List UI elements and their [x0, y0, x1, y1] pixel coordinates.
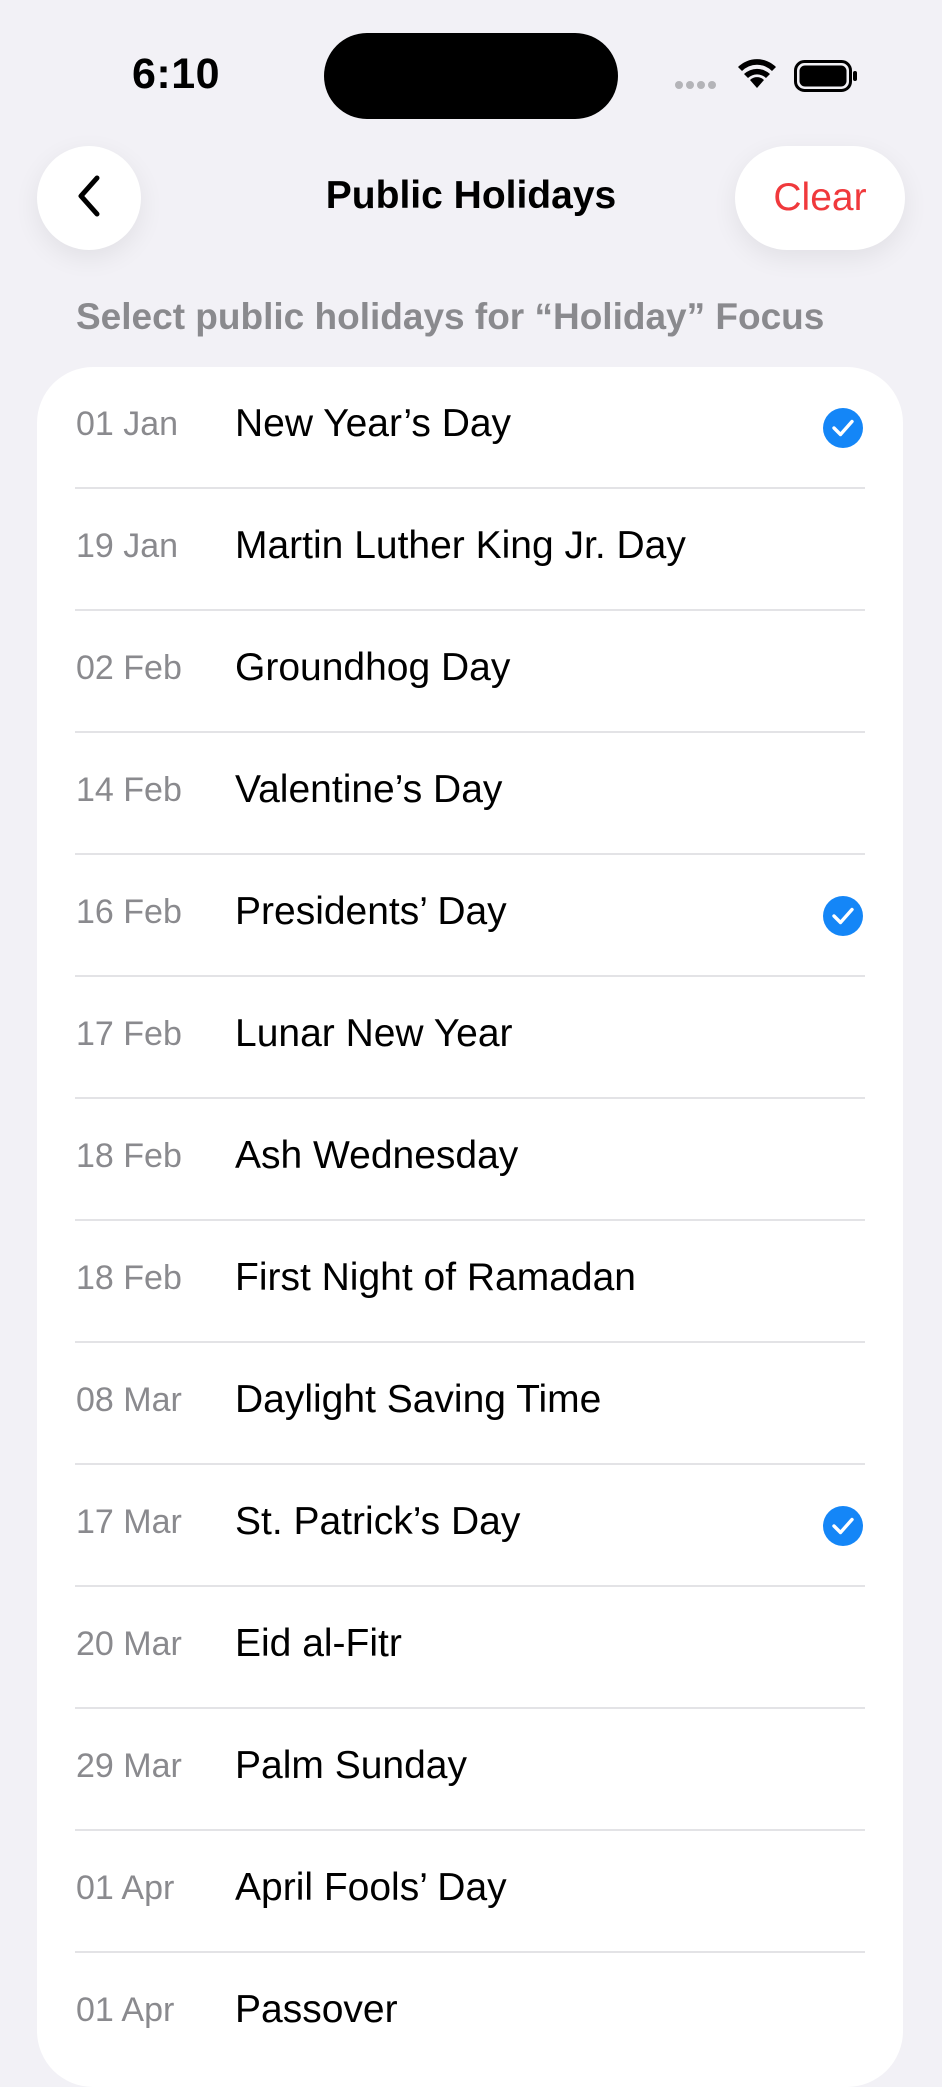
holiday-date: 18 Feb: [76, 1259, 182, 1297]
holiday-row[interactable]: 17 Feb Lunar New Year: [37, 977, 903, 1099]
holiday-date: 29 Mar: [76, 1747, 182, 1785]
holiday-date: 01 Jan: [76, 405, 179, 443]
holiday-date: 14 Feb: [76, 771, 182, 809]
dynamic-island: [324, 33, 618, 119]
clear-button[interactable]: Clear: [735, 146, 905, 250]
holiday-name: St. Patrick’s Day: [235, 1500, 521, 1543]
holiday-name: April Fools’ Day: [235, 1866, 507, 1909]
holiday-row[interactable]: 14 Feb Valentine’s Day: [37, 733, 903, 855]
holiday-name: Passover: [235, 1988, 398, 2031]
holiday-name: Eid al-Fitr: [235, 1622, 402, 1665]
holiday-row[interactable]: 01 Apr Passover: [37, 1953, 903, 2075]
holiday-name: First Night of Ramadan: [235, 1256, 636, 1299]
holiday-name: Daylight Saving Time: [235, 1378, 602, 1421]
cellular-signal-icon: [675, 81, 719, 99]
holiday-row[interactable]: 08 Mar Daylight Saving Time: [37, 1343, 903, 1465]
checkmark-icon: [823, 896, 863, 936]
holiday-row[interactable]: 19 Jan Martin Luther King Jr. Day: [37, 489, 903, 611]
holiday-row[interactable]: 01 Jan New Year’s Day: [37, 367, 903, 489]
holiday-name: Palm Sunday: [235, 1744, 467, 1787]
holiday-list: 01 Jan New Year’s Day 19 Jan Martin Luther …: [37, 367, 903, 2087]
holiday-date: 01 Apr: [76, 1869, 175, 1907]
holiday-name: Lunar New Year: [235, 1012, 513, 1055]
holiday-date: 19 Jan: [76, 527, 179, 565]
holiday-name: Groundhog Day: [235, 646, 511, 689]
battery-icon: [794, 60, 858, 97]
holiday-date: 16 Feb: [76, 893, 182, 931]
holiday-date: 17 Feb: [76, 1015, 182, 1053]
holiday-row[interactable]: 02 Feb Groundhog Day: [37, 611, 903, 733]
wifi-icon: [736, 58, 778, 95]
holiday-name: Presidents’ Day: [235, 890, 507, 933]
holiday-row[interactable]: 17 Mar St. Patrick’s Day: [37, 1465, 903, 1587]
holiday-row[interactable]: 29 Mar Palm Sunday: [37, 1709, 903, 1831]
status-time: 6:10: [132, 50, 221, 98]
holiday-date: 18 Feb: [76, 1137, 182, 1175]
page-title: Public Holidays: [325, 174, 617, 217]
holiday-date: 17 Mar: [76, 1503, 182, 1541]
holiday-date: 08 Mar: [76, 1381, 182, 1419]
back-button[interactable]: [37, 146, 141, 250]
navigation-bar: Public Holidays Clear: [0, 140, 942, 260]
holiday-date: 02 Feb: [76, 649, 182, 687]
holiday-name: New Year’s Day: [235, 402, 512, 445]
status-bar: 6:10: [0, 0, 942, 140]
chevron-left-icon: [72, 172, 106, 225]
holiday-name: Martin Luther King Jr. Day: [235, 524, 686, 567]
checkmark-icon: [823, 408, 863, 448]
holiday-row[interactable]: 16 Feb Presidents’ Day: [37, 855, 903, 977]
holiday-name: Ash Wednesday: [235, 1134, 519, 1177]
holiday-row[interactable]: 01 Apr April Fools’ Day: [37, 1831, 903, 1953]
holiday-date: 20 Mar: [76, 1625, 182, 1663]
holiday-date: 01 Apr: [76, 1991, 175, 2029]
holiday-row[interactable]: 18 Feb First Night of Ramadan: [37, 1221, 903, 1343]
section-header: Select public holidays for “Holiday” Foc…: [76, 296, 825, 337]
checkmark-icon: [823, 1506, 863, 1546]
holiday-name: Valentine’s Day: [235, 768, 503, 811]
holiday-row[interactable]: 20 Mar Eid al-Fitr: [37, 1587, 903, 1709]
holiday-row[interactable]: 18 Feb Ash Wednesday: [37, 1099, 903, 1221]
